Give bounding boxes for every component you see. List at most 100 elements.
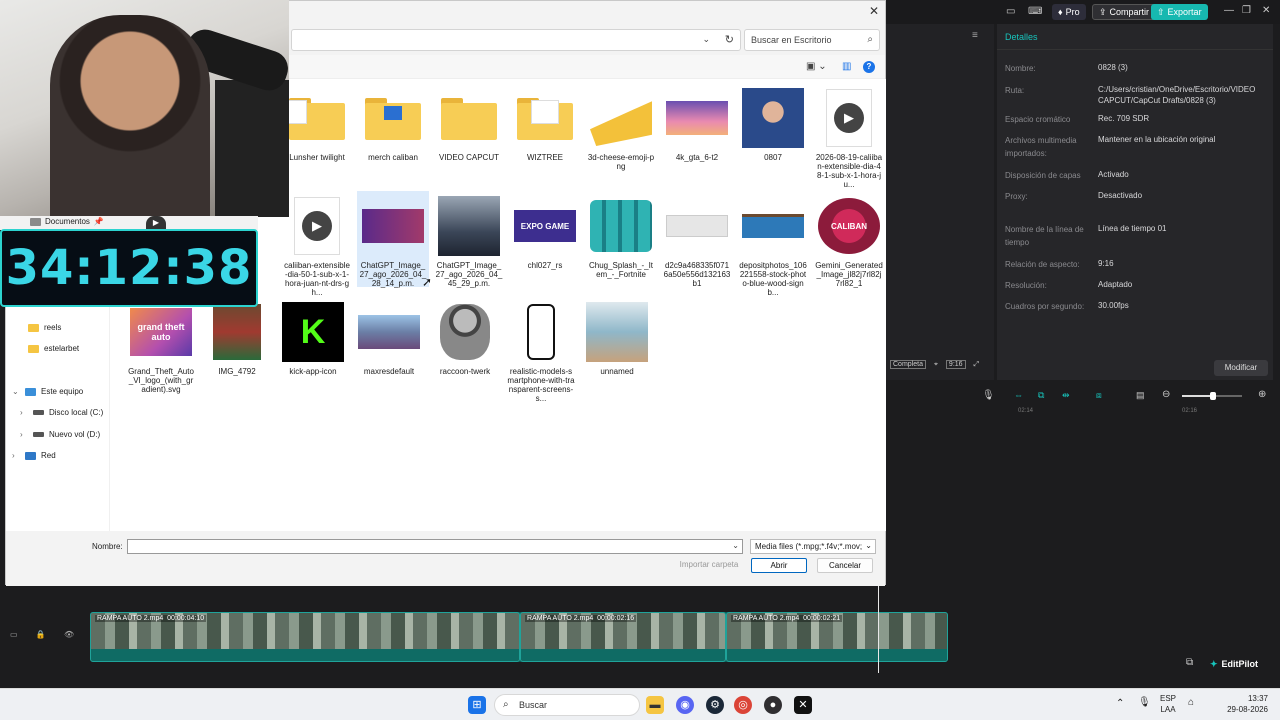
taskbar-search[interactable]: ⌕ Buscar (494, 694, 640, 716)
chevron-right-icon[interactable]: › (20, 408, 28, 417)
disk-icon (33, 432, 44, 437)
file-item[interactable]: ChatGPT_Image_27_ago_2026_04_45_29_p.m. (433, 195, 505, 288)
file-item[interactable]: Lunsher twilight (279, 87, 353, 162)
file-item[interactable]: maxresdefault (353, 301, 425, 376)
complete-label[interactable]: Completa (890, 360, 926, 369)
file-item[interactable]: WIZTREE (509, 87, 581, 162)
nav-item-disk-d[interactable]: › Nuevo vol (D:) (20, 430, 100, 439)
file-item[interactable]: grand theft auto Grand_Theft_Auto_VI_log… (125, 301, 197, 394)
file-item[interactable]: ▶ 2026-08-19-caliiban-extensible-dia-48-… (813, 87, 885, 189)
windows-start-icon[interactable]: ⊞ (468, 696, 486, 714)
file-type-select[interactable]: Media files (*.mpg;*.f4v;*.mov; ⌄ (750, 539, 876, 554)
nav-item-reels[interactable]: reels (28, 323, 61, 332)
search-input[interactable]: Buscar en Escritorio ⌕ (744, 29, 880, 51)
export-button[interactable]: ⇧ Exportar (1151, 4, 1208, 20)
cancel-button[interactable]: Cancelar (817, 558, 873, 573)
ratio-label[interactable]: 9:16 (945, 360, 966, 369)
shortcut-icon[interactable]: ⌨ (1028, 6, 1042, 17)
maximize-icon[interactable]: ❐ (1242, 5, 1251, 16)
file-item[interactable]: d2c9a468335f0716a50e556d132163b1 (661, 195, 733, 288)
thumbnail: ▶ (817, 87, 881, 149)
clock[interactable]: 13:37 29-08-2026 (1222, 693, 1268, 715)
address-bar[interactable]: ⌄ ↻ (291, 29, 741, 51)
link-icon[interactable]: ⇔ (1014, 390, 1023, 400)
snap-icon[interactable]: ⇹ (1062, 390, 1070, 401)
mic-icon[interactable]: 🎙 (982, 390, 995, 401)
refresh-icon[interactable]: ↻ (725, 33, 734, 46)
file-item[interactable]: IMG_4792 (201, 301, 273, 376)
file-item[interactable]: VIDEO CAPCUT (433, 87, 505, 162)
file-item[interactable]: 4k_gta_6-t2 (661, 87, 733, 162)
nav-item-documents[interactable]: Documentos 📌 ▶ (0, 216, 258, 230)
timeline-clip[interactable]: RAMPA AUTO 2.mp4 00:00:04:10 (90, 612, 520, 662)
modify-button[interactable]: Modificar (1214, 360, 1268, 376)
file-item[interactable]: ▶ caliiban-extensible-dia-50-1-sub-x-1-h… (281, 195, 353, 297)
chevron-down-icon[interactable]: ⌄ (865, 541, 872, 550)
preview-axis-icon[interactable]: ⧈ (1096, 390, 1102, 401)
language-indicator[interactable]: ESP LAA (1160, 693, 1176, 715)
chrome-icon[interactable]: ◎ (734, 696, 752, 714)
kick-logo-image: K (282, 302, 344, 362)
fullscreen-icon[interactable]: ⤢ (974, 361, 980, 369)
nav-item-network[interactable]: › Red (12, 451, 56, 460)
magnet-icon[interactable]: ⧉ (1038, 390, 1044, 401)
nav-item-this-pc[interactable]: ⌄ Este equipo (12, 387, 83, 396)
thumbnail: K (281, 301, 345, 363)
file-item[interactable]: Chug_Splash_-_Item_-_Fortnite (585, 195, 657, 279)
file-item[interactable]: 3d-cheese-emoji-png (585, 87, 657, 171)
menu-icon[interactable]: ≡ (972, 30, 978, 41)
caption-icon[interactable]: ▤ (1136, 390, 1145, 401)
chevron-down-icon[interactable]: ⌄ (12, 387, 20, 396)
file-item[interactable]: unnamed (581, 301, 653, 376)
chevron-up-icon[interactable]: ⌃ (1116, 698, 1124, 709)
nav-item-disk-c[interactable]: › Disco local (C:) (20, 408, 103, 417)
capcut-icon[interactable]: ✕ (794, 696, 812, 714)
open-button[interactable]: Abrir (751, 558, 807, 573)
file-item[interactable]: realistic-models-smartphone-with-transpa… (505, 301, 577, 403)
detail-value: 0828 (3) (1098, 63, 1128, 72)
nav-item-estelarbet[interactable]: estelarbet (28, 344, 79, 353)
zoom-slider[interactable] (1182, 392, 1242, 400)
file-item[interactable]: ChatGPT_Image_27_ago_2026_04_28_14_p.m. (357, 191, 429, 288)
playhead[interactable] (878, 585, 879, 673)
focus-icon[interactable]: ⌖ (934, 361, 938, 369)
gta-character-image (586, 302, 648, 362)
chevron-down-icon[interactable]: ⌄ (702, 34, 710, 45)
discord-icon[interactable]: ◉ (676, 696, 694, 714)
file-item[interactable]: EXPO GAME chl027_rs (509, 195, 581, 270)
obs-icon[interactable]: ● (764, 696, 782, 714)
clip-label: RAMPA AUTO 2.mp4 00:00:02:21 (731, 615, 843, 622)
help-icon[interactable]: ? (863, 61, 875, 73)
microphone-icon[interactable]: 🎙 (1138, 697, 1151, 708)
import-folder-button[interactable]: Importar carpeta (676, 558, 742, 573)
zoom-slider-thumb[interactable] (1210, 392, 1216, 400)
file-item[interactable]: merch caliban (357, 87, 429, 162)
zoom-in-icon[interactable]: ⊕ (1258, 389, 1266, 400)
file-item[interactable]: raccoon-twerk (429, 301, 501, 376)
captions-icon[interactable]: ⧉ (1186, 657, 1193, 668)
steam-icon[interactable]: ⚙ (706, 696, 724, 714)
chevron-right-icon[interactable]: › (12, 451, 20, 460)
close-icon[interactable]: ✕ (1262, 5, 1270, 16)
file-name-input[interactable]: ⌄ (127, 539, 743, 554)
editpilot-button[interactable]: ✦ EditPilot (1210, 655, 1270, 673)
file-type-value: Media files (*.mpg;*.f4v;*.mov; (755, 542, 863, 551)
preview-pane-icon[interactable]: ▥ (842, 61, 851, 72)
minimize-icon[interactable]: — (1224, 5, 1234, 16)
file-item[interactable]: CALIBAN Gemini_Generated_Image_jl82j7rl8… (813, 195, 885, 288)
share-button[interactable]: ⇪ Compartir (1092, 4, 1157, 20)
network-icon[interactable]: ⌂ (1188, 697, 1194, 708)
chevron-right-icon[interactable]: › (20, 430, 28, 439)
timeline-clip[interactable]: RAMPA AUTO 2.mp4 00:00:02:21 (726, 612, 948, 662)
file-item[interactable]: K kick-app-icon (277, 301, 349, 376)
timeline-clip[interactable]: RAMPA AUTO 2.mp4 00:00:02:16 (520, 612, 726, 662)
pro-button[interactable]: ♦ Pro (1052, 4, 1086, 20)
file-item[interactable]: 0807 (737, 87, 809, 162)
file-item[interactable]: depositphotos_106221558-stock-photo-blue… (737, 195, 809, 297)
chevron-down-icon[interactable]: ⌄ (732, 541, 739, 550)
zoom-out-icon[interactable]: ⊖ (1162, 389, 1170, 400)
layout-icon[interactable]: ▭ (1006, 6, 1015, 17)
close-icon[interactable]: ✕ (869, 4, 879, 18)
file-explorer-icon[interactable]: ▬ (646, 696, 664, 714)
view-icon[interactable]: ▣ ⌄ (806, 61, 827, 72)
